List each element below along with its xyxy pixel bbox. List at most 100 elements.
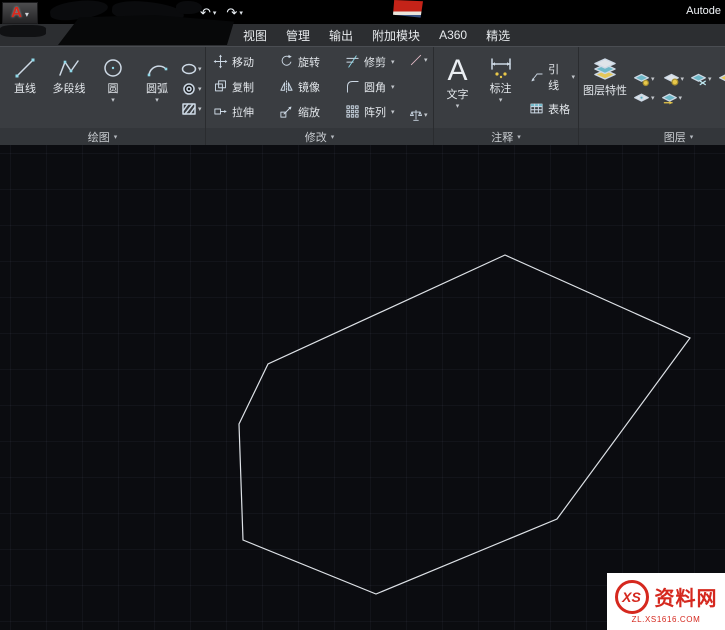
redo-button[interactable]: ↷	[226, 3, 242, 22]
drawing-canvas[interactable]: XS 资料网 ZL.XS1616.COM	[0, 145, 725, 630]
annotation-panel-title[interactable]: 注释	[434, 128, 578, 145]
tab-manage[interactable]: 管理	[286, 27, 310, 44]
red-badge-artifact	[393, 0, 423, 18]
draw-panel-title[interactable]: 绘图	[0, 128, 205, 145]
layer-off-icon	[663, 72, 680, 87]
donut-icon	[181, 82, 197, 96]
layer-tool-button[interactable]	[633, 91, 655, 106]
layer-tool-button[interactable]	[690, 72, 712, 87]
tab-a360[interactable]: A360	[439, 28, 467, 42]
stretch-icon	[213, 104, 228, 119]
scale-icon	[279, 104, 294, 119]
arc-icon	[145, 56, 169, 80]
ellipse-icon	[181, 62, 197, 76]
annotation-panel-body: A 文字 标注 引线	[434, 47, 578, 128]
dimension-button[interactable]: 标注	[480, 49, 521, 128]
line-button[interactable]: 直线	[3, 49, 47, 128]
draw-extra-tools	[179, 49, 202, 128]
layer-match-icon	[661, 91, 678, 106]
button-label: 直线	[14, 83, 36, 95]
circle-icon	[101, 56, 125, 80]
leader-button[interactable]: 引线	[525, 61, 575, 93]
modify-panel-title[interactable]: 修改	[206, 128, 433, 145]
layers-panel-title[interactable]: 图层	[579, 128, 725, 145]
arc-button[interactable]: 圆弧	[135, 49, 179, 128]
table-button[interactable]: 表格	[525, 101, 575, 117]
button-label: 文字	[446, 89, 469, 101]
erase-icon	[409, 53, 423, 67]
watermark-logo-text: XS	[622, 588, 641, 605]
layer-tool-button[interactable]	[718, 72, 725, 87]
ribbon-panel-modify: 移动 旋转 修剪 ▾ 复制 镜像 圆角 ▾ 拉伸 缩放 阵列 ▾ ▾ ▾ 修改 …	[206, 47, 434, 145]
modify-grid: 移动 旋转 修剪 ▾ 复制 镜像 圆角 ▾ 拉伸 缩放 阵列 ▾	[209, 49, 407, 128]
modify-panel-body: 移动 旋转 修剪 ▾ 复制 镜像 圆角 ▾ 拉伸 缩放 阵列 ▾ ▾ ▾	[206, 47, 433, 128]
smudge-artifact	[176, 1, 202, 14]
tab-featured[interactable]: 精选	[486, 27, 510, 44]
mirror-icon	[279, 79, 294, 94]
button-label: 缩放	[298, 106, 320, 119]
drawn-polygon	[238, 254, 691, 595]
ribbon-panel-layers: 图层特性 图层	[579, 47, 725, 145]
redo-icon: ↷	[226, 4, 238, 20]
circle-button[interactable]: 圆	[91, 49, 135, 128]
button-label: 圆弧	[146, 83, 168, 95]
table-icon	[529, 101, 544, 116]
button-label: 圆角	[364, 81, 386, 94]
layer-properties-button[interactable]: 图层特性	[582, 49, 628, 128]
button-label: 拉伸	[232, 106, 254, 119]
smudge-artifact	[58, 15, 234, 45]
fillet-button[interactable]: 圆角	[341, 79, 407, 95]
tab-addins[interactable]: 附加模块	[372, 27, 420, 44]
trim-button[interactable]: 修剪	[341, 54, 407, 70]
text-button[interactable]: A 文字	[437, 49, 478, 128]
tab-view[interactable]: 视图	[243, 27, 267, 44]
hatch-icon	[181, 102, 197, 116]
layer-state-icon	[633, 72, 650, 87]
move-icon	[213, 54, 228, 69]
layer-freeze-icon	[690, 72, 707, 87]
leader-icon	[529, 69, 544, 84]
button-label: 引线	[548, 63, 560, 92]
fillet-icon	[345, 79, 360, 94]
tab-output[interactable]: 输出	[329, 27, 353, 44]
donut-button[interactable]	[181, 82, 202, 96]
erase-button[interactable]	[409, 53, 428, 67]
trim-icon	[345, 54, 360, 69]
button-label: 阵列	[364, 106, 386, 119]
array-button[interactable]: 阵列	[341, 104, 407, 120]
copy-icon	[213, 79, 228, 94]
layer-tool-button[interactable]	[633, 72, 657, 87]
ellipse-button[interactable]	[181, 62, 202, 76]
scale-button[interactable]: 缩放	[275, 104, 341, 120]
watermark-row: XS 资料网	[614, 579, 718, 614]
layer-tool-button[interactable]	[663, 72, 685, 87]
app-menu-button[interactable]: A	[2, 1, 38, 24]
watermark-site-url: ZL.XS1616.COM	[631, 614, 701, 624]
button-label: 标注	[489, 83, 512, 95]
copy-button[interactable]: 复制	[209, 79, 275, 95]
button-label: 镜像	[298, 81, 320, 94]
annotation-column: 引线 表格	[523, 49, 575, 128]
hatch-button[interactable]	[181, 102, 202, 116]
rotate-icon	[279, 54, 294, 69]
move-button[interactable]: 移动	[209, 54, 275, 70]
button-label: 多段线	[52, 83, 86, 95]
mirror-button[interactable]: 镜像	[275, 79, 341, 95]
draw-panel-body: 直线 多段线 圆 圆弧	[0, 47, 205, 128]
chevron-down-icon	[237, 3, 243, 22]
text-icon: A	[447, 54, 468, 87]
polyline-button[interactable]: 多段线	[47, 49, 91, 128]
smudge-artifact	[0, 25, 46, 37]
layer-tools-grid	[633, 49, 725, 128]
rotate-button[interactable]: 旋转	[275, 54, 341, 70]
watermark-site-name: 资料网	[654, 588, 718, 610]
layers-panel-body: 图层特性	[579, 47, 725, 128]
measure-button[interactable]	[409, 108, 428, 122]
window-title: Autode	[686, 5, 721, 17]
button-label: 复制	[232, 81, 254, 94]
layer-lock-icon	[718, 72, 725, 87]
autocad-window: A ↶ ↷ Autode 视图 管理 输出 附加模块 A360 精选	[0, 0, 725, 630]
layer-tool-button[interactable]	[661, 91, 683, 106]
button-label: 图层特性	[583, 85, 627, 97]
stretch-button[interactable]: 拉伸	[209, 104, 275, 120]
